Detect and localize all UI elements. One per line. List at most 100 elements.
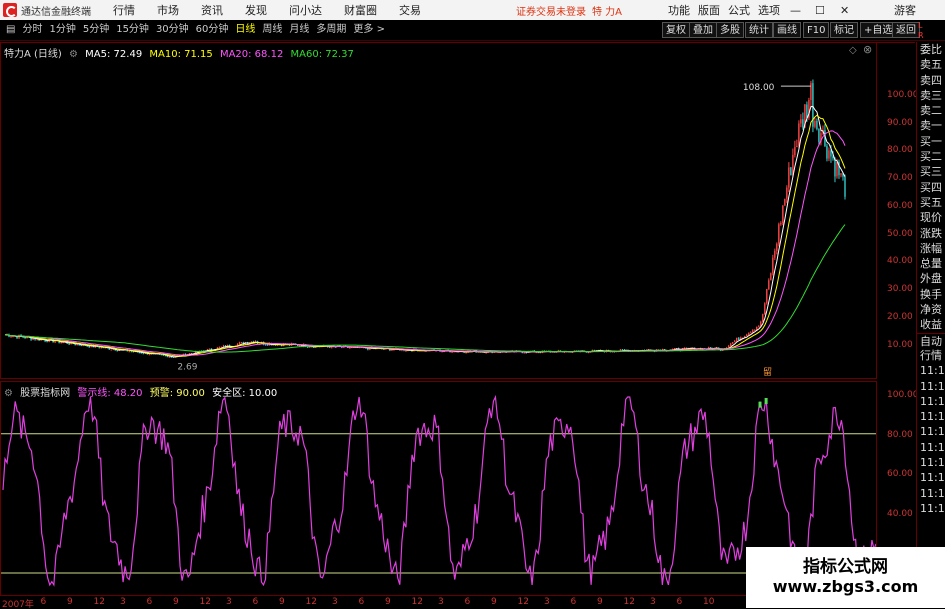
- candle-body: [54, 341, 56, 343]
- side-panel-item[interactable]: 换手: [917, 287, 945, 302]
- guest-label[interactable]: 游客: [894, 2, 916, 18]
- overlay-button[interactable]: 叠加: [689, 22, 717, 38]
- menu-market[interactable]: 市场: [157, 2, 179, 18]
- period-60min[interactable]: 60分钟: [194, 22, 231, 38]
- side-panel-item[interactable]: 卖二: [917, 103, 945, 118]
- side-panel-item[interactable]: 自动: [917, 332, 945, 348]
- period-30min[interactable]: 30分钟: [154, 22, 191, 38]
- menu-quotes[interactable]: 行情: [113, 2, 135, 18]
- price-chart[interactable]: 108.00 2.69 留: [1, 43, 876, 378]
- login-status[interactable]: 证券交易未登录: [516, 3, 586, 18]
- candle-body: [68, 343, 70, 345]
- price-tick-label: 20.00: [887, 312, 913, 322]
- menu-news[interactable]: 资讯: [201, 2, 223, 18]
- period-daily[interactable]: 日线: [233, 22, 257, 38]
- side-panel-item[interactable]: 行情: [917, 348, 945, 363]
- menu-formula[interactable]: 公式: [728, 2, 750, 18]
- period-weekly[interactable]: 周线: [260, 22, 284, 38]
- close-pane-icon[interactable]: ⊗: [863, 43, 872, 56]
- side-panel-item[interactable]: 净资: [917, 302, 945, 317]
- side-panel-item[interactable]: 11:1: [917, 440, 945, 455]
- side-panel-item[interactable]: 卖五: [917, 57, 945, 72]
- period-15min[interactable]: 15分钟: [114, 22, 151, 38]
- candle-body: [728, 345, 730, 348]
- side-panel-item[interactable]: 涨跌: [917, 226, 945, 241]
- candle-body: [441, 351, 443, 353]
- candle-body: [732, 342, 734, 344]
- side-panel-item[interactable]: 涨幅: [917, 241, 945, 256]
- side-panel-item[interactable]: 买一: [917, 134, 945, 149]
- indicator-chart[interactable]: [1, 382, 876, 595]
- side-panel-item[interactable]: 收益: [917, 317, 945, 332]
- adjust-button[interactable]: 复权: [662, 22, 690, 38]
- stats-button[interactable]: 统计: [745, 22, 773, 38]
- price-tick-label: 60.00: [887, 200, 913, 211]
- candle-body: [309, 346, 311, 348]
- menu-function[interactable]: 功能: [668, 2, 690, 18]
- toolbar-menu-icon[interactable]: ▤: [4, 22, 17, 38]
- period-multi[interactable]: 多周期: [314, 22, 348, 38]
- side-panel-item[interactable]: 外盘: [917, 271, 945, 286]
- menu-discover[interactable]: 发现: [245, 2, 267, 18]
- period-5min[interactable]: 5分钟: [81, 22, 111, 38]
- safe-zone-label: 安全区: 10.00: [212, 388, 278, 399]
- side-panel-item[interactable]: 卖四: [917, 73, 945, 88]
- menu-trade[interactable]: 交易: [399, 2, 421, 18]
- side-panel-item[interactable]: 11:1: [917, 455, 945, 470]
- side-panel-item[interactable]: 11:1: [917, 409, 945, 424]
- close-icon[interactable]: ✕: [840, 4, 849, 17]
- menu-wealth[interactable]: 财富圈: [344, 2, 377, 18]
- candle-body: [828, 150, 830, 159]
- side-panel-item[interactable]: 买二: [917, 149, 945, 164]
- date-tick-label: 6: [676, 597, 683, 607]
- indicator-legend: ⚙ 股票指标网 警示线: 48.20 预警: 90.00 安全区: 10.00: [4, 384, 281, 399]
- period-monthly[interactable]: 月线: [287, 22, 311, 38]
- watermark: 指标公式网 www.zbgs3.com: [746, 547, 945, 608]
- side-panel-item[interactable]: 买五: [917, 195, 945, 210]
- f10-button[interactable]: F10: [803, 22, 830, 38]
- collapse-icon[interactable]: ◇: [849, 45, 857, 56]
- menu-layout[interactable]: 版面: [698, 2, 720, 18]
- side-panel-item[interactable]: 现价: [917, 210, 945, 225]
- mark-button[interactable]: 标记: [830, 22, 858, 38]
- candle-body: [746, 334, 748, 336]
- settings-gear-icon[interactable]: ⚙: [69, 49, 78, 60]
- candle-body: [800, 119, 802, 124]
- candle-body: [786, 187, 788, 199]
- side-panel-item[interactable]: 卖一: [917, 118, 945, 133]
- period-1min[interactable]: 1分钟: [47, 22, 77, 38]
- candle-body: [834, 158, 836, 177]
- side-panel-item[interactable]: 买三: [917, 164, 945, 179]
- date-tick-label: 12: [411, 597, 423, 607]
- maximize-icon[interactable]: ☐: [815, 4, 825, 17]
- indicator-signal-bar: [758, 401, 762, 408]
- minimize-icon[interactable]: —: [790, 4, 801, 17]
- indicator-settings-icon[interactable]: ⚙: [4, 388, 13, 399]
- quote-side-panel[interactable]: 委比 卖五 卖四 卖三 卖二 卖一 买一 买二 买三 买四 买五 现价 涨跌 涨幅 总量 外盘 换手 净资 收益 自动…: [916, 42, 945, 596]
- period-more[interactable]: 更多 >: [351, 22, 387, 38]
- menu-assistant[interactable]: 问小达: [289, 2, 322, 18]
- side-panel-item[interactable]: 总量: [917, 256, 945, 271]
- add-favorite-button[interactable]: +自选: [860, 22, 897, 38]
- candle-body: [758, 326, 760, 328]
- side-panel-item[interactable]: 买四: [917, 180, 945, 195]
- candle-body: [264, 344, 267, 346]
- side-panel-item[interactable]: 11:1: [917, 486, 945, 501]
- date-tick-label: 2007年: [2, 600, 34, 609]
- candle-body: [142, 353, 145, 355]
- side-panel-item[interactable]: 11:1: [917, 470, 945, 485]
- date-tick-label: 12: [305, 597, 317, 607]
- side-panel-item[interactable]: 11:1: [917, 379, 945, 394]
- side-panel-item[interactable]: 11:1: [917, 394, 945, 409]
- side-panel-item[interactable]: 11:1: [917, 424, 945, 439]
- price-chart-pane[interactable]: 108.00 2.69 留 特力A (日线) ⚙ MA5: 72.49 MA10: …: [0, 42, 877, 379]
- side-panel-item[interactable]: 委比: [917, 42, 945, 57]
- draw-button[interactable]: 画线: [773, 22, 801, 38]
- side-panel-item[interactable]: 11:1: [917, 501, 945, 516]
- multi-stock-button[interactable]: 多股: [716, 22, 744, 38]
- menu-options[interactable]: 选项: [758, 2, 780, 18]
- side-panel-item[interactable]: 卖三: [917, 88, 945, 103]
- candle-body: [128, 351, 130, 353]
- period-intraday[interactable]: 分时: [20, 22, 44, 38]
- side-panel-item[interactable]: 11:1: [917, 363, 945, 378]
